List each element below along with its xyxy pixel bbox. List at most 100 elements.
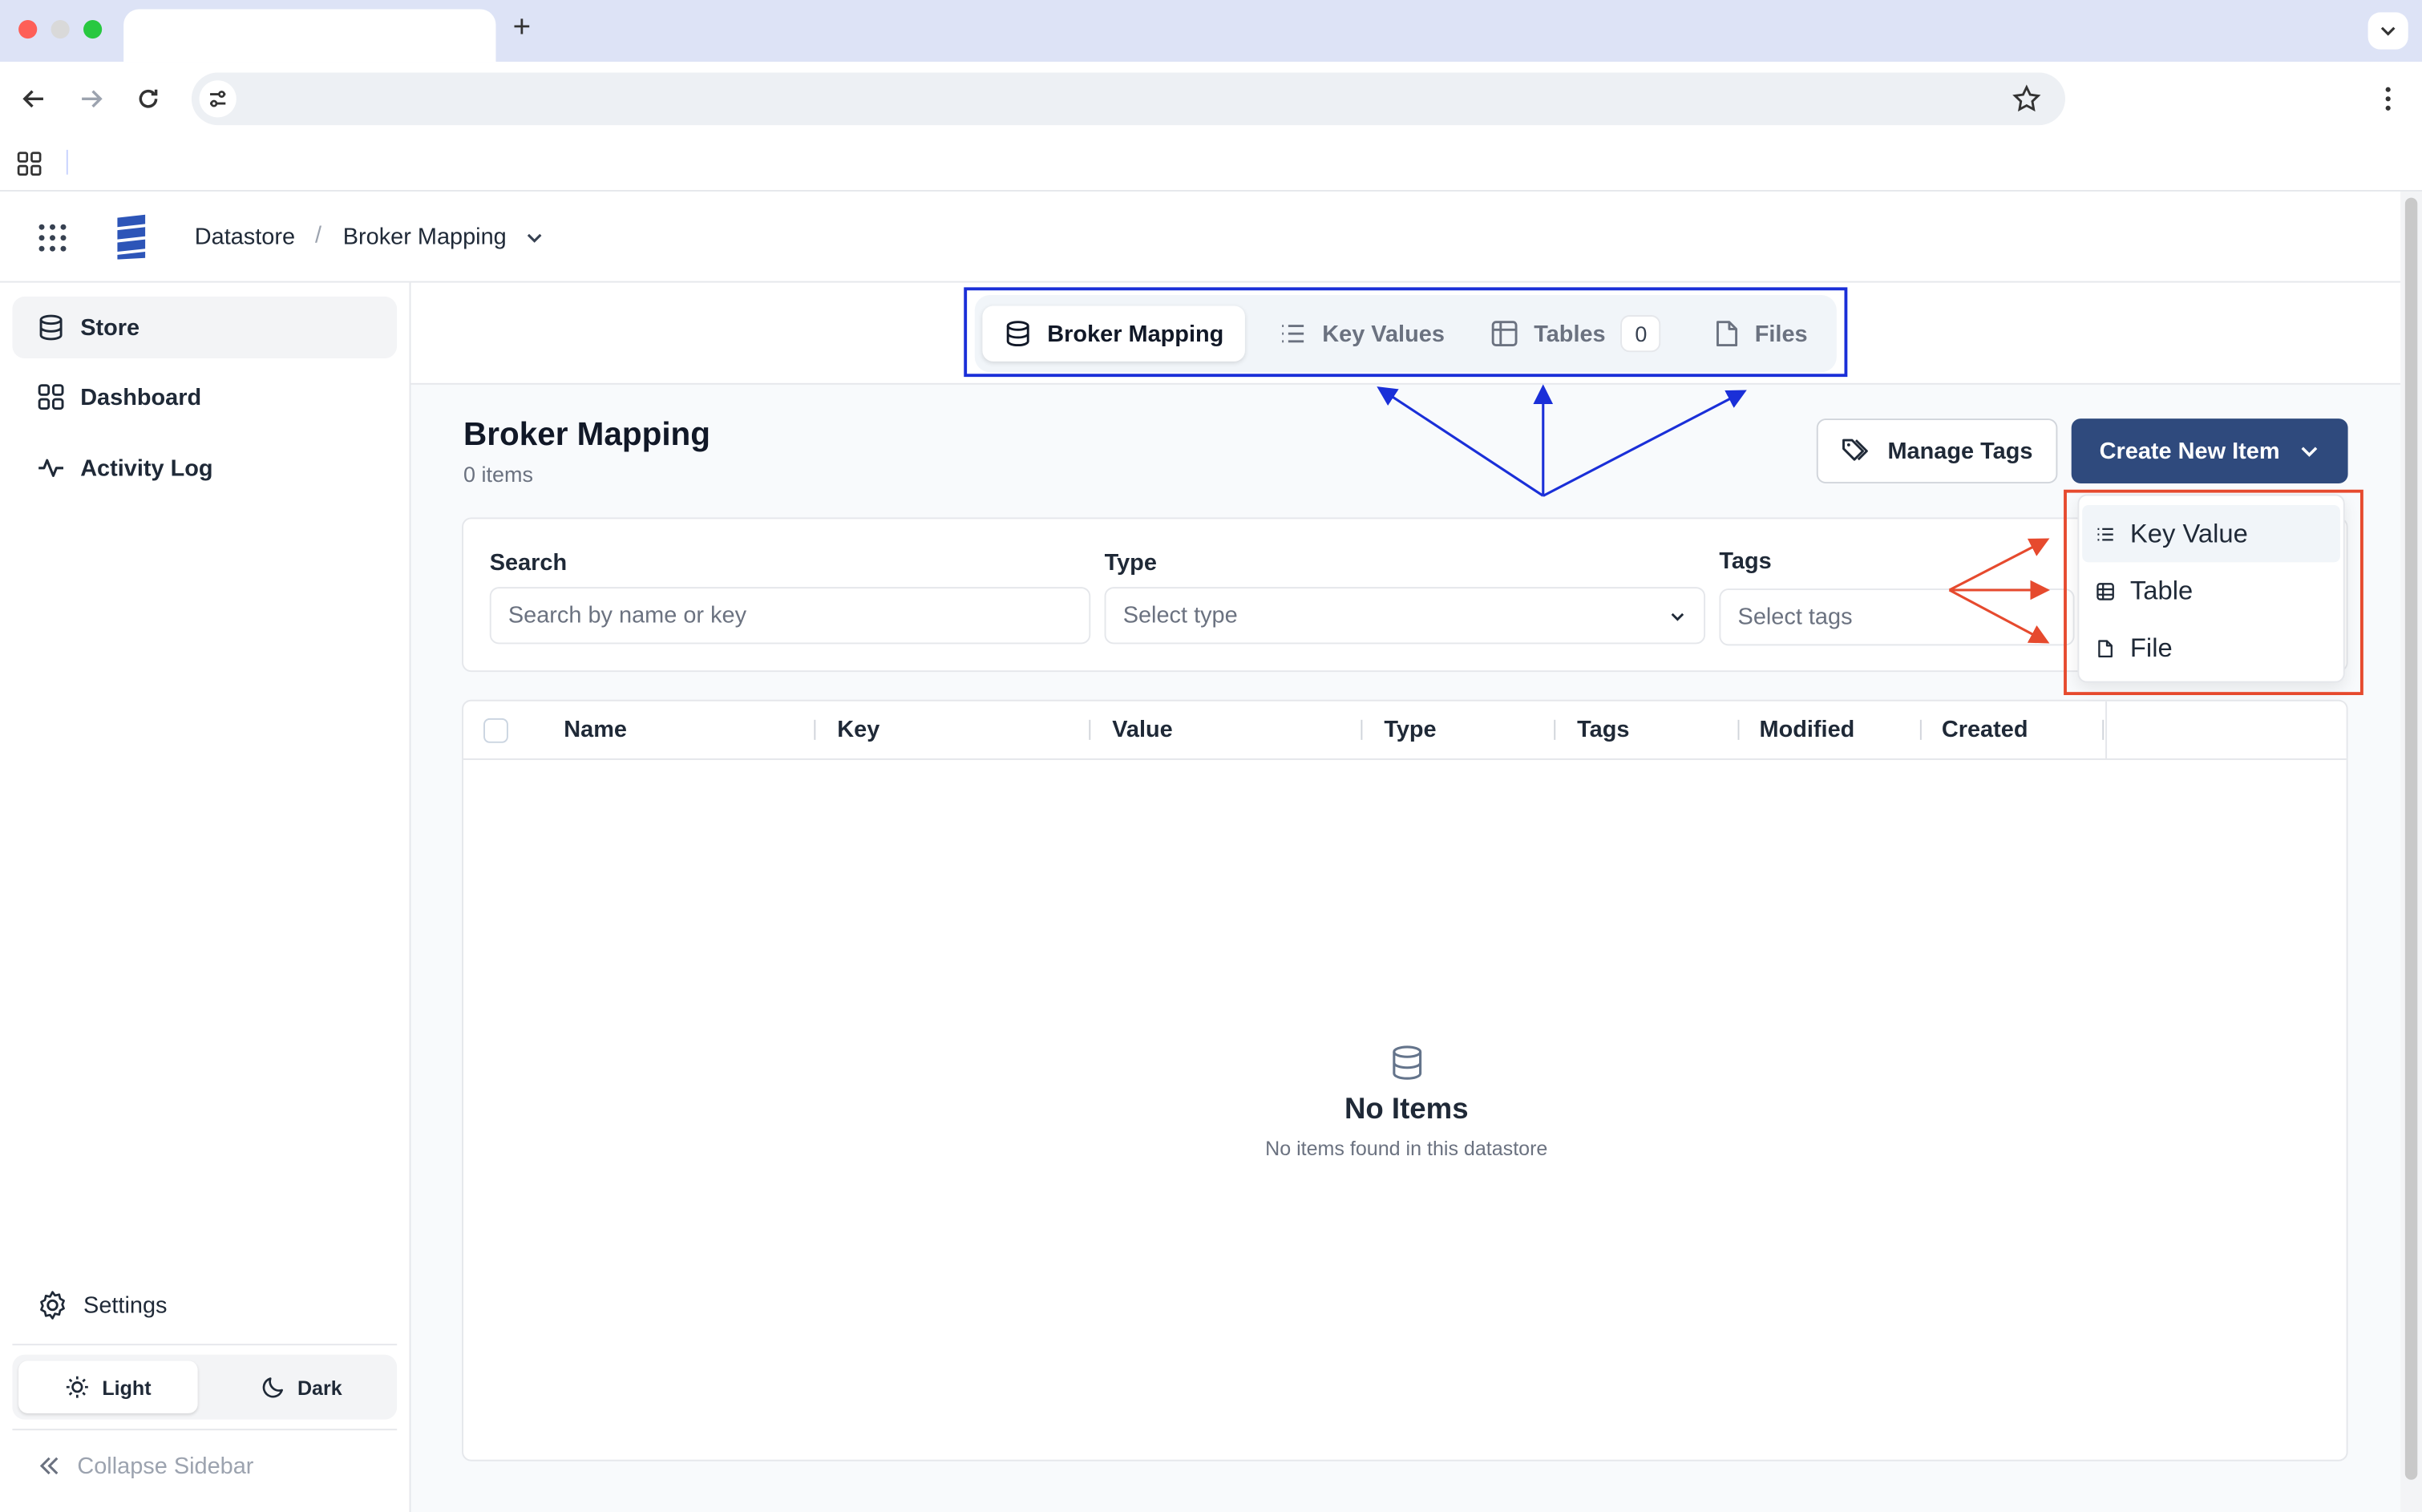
- theme-dark-button[interactable]: Dark: [212, 1360, 390, 1413]
- tags-label: Tags: [1719, 548, 1772, 575]
- bookmarks-bar: [0, 135, 2422, 192]
- sidebar-item-activity-log[interactable]: Activity Log: [12, 437, 397, 499]
- sidebar-item-label: Activity Log: [80, 455, 213, 482]
- tags-select[interactable]: Select tags: [1719, 588, 2075, 646]
- reload-icon: [139, 89, 158, 108]
- activity-icon: [38, 459, 63, 477]
- app-logo[interactable]: [115, 213, 148, 260]
- item-count: 0 items: [463, 462, 533, 487]
- settings-label: Settings: [83, 1292, 168, 1319]
- theme-light-label: Light: [102, 1375, 152, 1399]
- sun-icon: [67, 1376, 89, 1398]
- address-bar[interactable]: [191, 72, 2065, 126]
- apps-grid-icon: [17, 152, 42, 176]
- column-divider: [2105, 701, 2108, 760]
- column-resizer[interactable]: [1554, 719, 1556, 740]
- sidebar-item-dashboard[interactable]: Dashboard: [12, 366, 397, 428]
- column-resizer[interactable]: [1919, 719, 1922, 740]
- forward-button[interactable]: [74, 82, 107, 115]
- chevrons-left-icon: [39, 1457, 59, 1475]
- apps-shortcut[interactable]: [17, 152, 42, 176]
- browser-tab[interactable]: [123, 9, 496, 63]
- sidebar-divider: [12, 1429, 398, 1431]
- main-content: Broker Mapping Key Values Tables 0 Files…: [410, 282, 2401, 1512]
- reload-button[interactable]: [131, 82, 165, 115]
- manage-tags-button[interactable]: Manage Tags: [1816, 418, 2058, 484]
- more-vertical-icon: [2385, 87, 2391, 111]
- search-label: Search: [489, 549, 568, 576]
- collapse-sidebar-button[interactable]: Collapse Sidebar: [12, 1435, 397, 1497]
- close-window-button[interactable]: [18, 20, 38, 39]
- sidebar-divider: [12, 1344, 398, 1346]
- gear-icon: [40, 1291, 65, 1320]
- empty-state-title: No Items: [1344, 1094, 1469, 1126]
- browser-tabstrip: +: [0, 0, 2422, 63]
- type-label: Type: [1104, 549, 1157, 576]
- back-button[interactable]: [17, 82, 51, 115]
- minimize-window-button[interactable]: [51, 20, 70, 39]
- new-tab-button[interactable]: +: [513, 10, 532, 46]
- bookmark-star-button[interactable]: [2012, 83, 2043, 115]
- tags-icon: [1842, 439, 1868, 461]
- manage-tags-label: Manage Tags: [1887, 438, 2033, 464]
- theme-dark-label: Dark: [297, 1375, 342, 1399]
- browser-menu-button[interactable]: [2376, 83, 2400, 115]
- select-all-checkbox[interactable]: [483, 718, 508, 743]
- breadcrumb-current[interactable]: Broker Mapping: [343, 224, 507, 250]
- database-icon: [1392, 1045, 1421, 1080]
- collapse-sidebar-label: Collapse Sidebar: [77, 1453, 254, 1479]
- chevron-down-icon: [2380, 26, 2396, 36]
- column-header-created[interactable]: Created: [1942, 717, 2028, 743]
- column-header-key[interactable]: Key: [837, 717, 879, 743]
- database-icon: [39, 314, 63, 341]
- column-header-modified[interactable]: Modified: [1760, 717, 1855, 743]
- sidebar: Store Dashboard Activity Log Settings Li…: [0, 282, 411, 1512]
- grid-dots-icon: [38, 224, 67, 252]
- arrow-right-icon: [82, 90, 103, 108]
- type-select[interactable]: Select type: [1104, 587, 1706, 645]
- create-new-item-button[interactable]: Create New Item: [2071, 418, 2348, 484]
- tune-icon: [210, 91, 226, 107]
- stack-logo-icon: [117, 214, 146, 260]
- type-select-value: Select type: [1122, 602, 1238, 629]
- table-header: Name Key Value Type Tags Modified Create…: [463, 701, 2347, 760]
- empty-state-subtitle: No items found in this datastore: [1265, 1137, 1548, 1160]
- theme-toggle: Light Dark: [12, 1354, 398, 1420]
- column-header-tags[interactable]: Tags: [1577, 717, 1629, 743]
- sidebar-item-settings[interactable]: Settings: [12, 1275, 397, 1336]
- column-resizer[interactable]: [1737, 719, 1740, 740]
- column-resizer[interactable]: [814, 719, 816, 740]
- page-title: Broker Mapping: [463, 417, 711, 453]
- column-resizer[interactable]: [2102, 719, 2105, 740]
- breadcrumb-dropdown-button[interactable]: [525, 228, 544, 247]
- tags-select-value: Select tags: [1737, 604, 1853, 631]
- sidebar-item-label: Store: [80, 314, 140, 341]
- column-header-name[interactable]: Name: [564, 717, 627, 743]
- arrow-left-icon: [22, 90, 43, 108]
- annotation-box-menu: [2064, 489, 2363, 696]
- column-resizer[interactable]: [1089, 719, 1091, 740]
- page-scrollbar[interactable]: [2400, 191, 2422, 1512]
- app-launcher-button[interactable]: [37, 222, 68, 253]
- breadcrumb-separator: /: [315, 222, 322, 249]
- items-table: Name Key Value Type Tags Modified Create…: [462, 699, 2348, 1461]
- maximize-window-button[interactable]: [83, 20, 103, 39]
- column-header-value[interactable]: Value: [1112, 717, 1173, 743]
- column-header-type[interactable]: Type: [1384, 717, 1436, 743]
- theme-light-button[interactable]: Light: [18, 1360, 198, 1413]
- moon-icon: [261, 1377, 283, 1398]
- dashboard-icon: [38, 384, 64, 410]
- app-header: Datastore / Broker Mapping: [0, 191, 2401, 283]
- breadcrumb-root[interactable]: Datastore: [195, 224, 295, 250]
- search-input[interactable]: [489, 587, 1091, 645]
- sidebar-item-store[interactable]: Store: [12, 296, 398, 358]
- scrollbar-thumb[interactable]: [2404, 197, 2418, 1480]
- star-icon: [2012, 84, 2041, 112]
- tab-search-button[interactable]: [2367, 12, 2408, 50]
- column-resizer[interactable]: [1361, 719, 1363, 740]
- chevron-down-icon: [1671, 612, 1684, 621]
- create-new-item-label: Create New Item: [2099, 438, 2280, 464]
- chevron-down-icon: [527, 233, 542, 243]
- site-info-button[interactable]: [199, 80, 237, 118]
- annotation-box-tabs: [964, 287, 1848, 378]
